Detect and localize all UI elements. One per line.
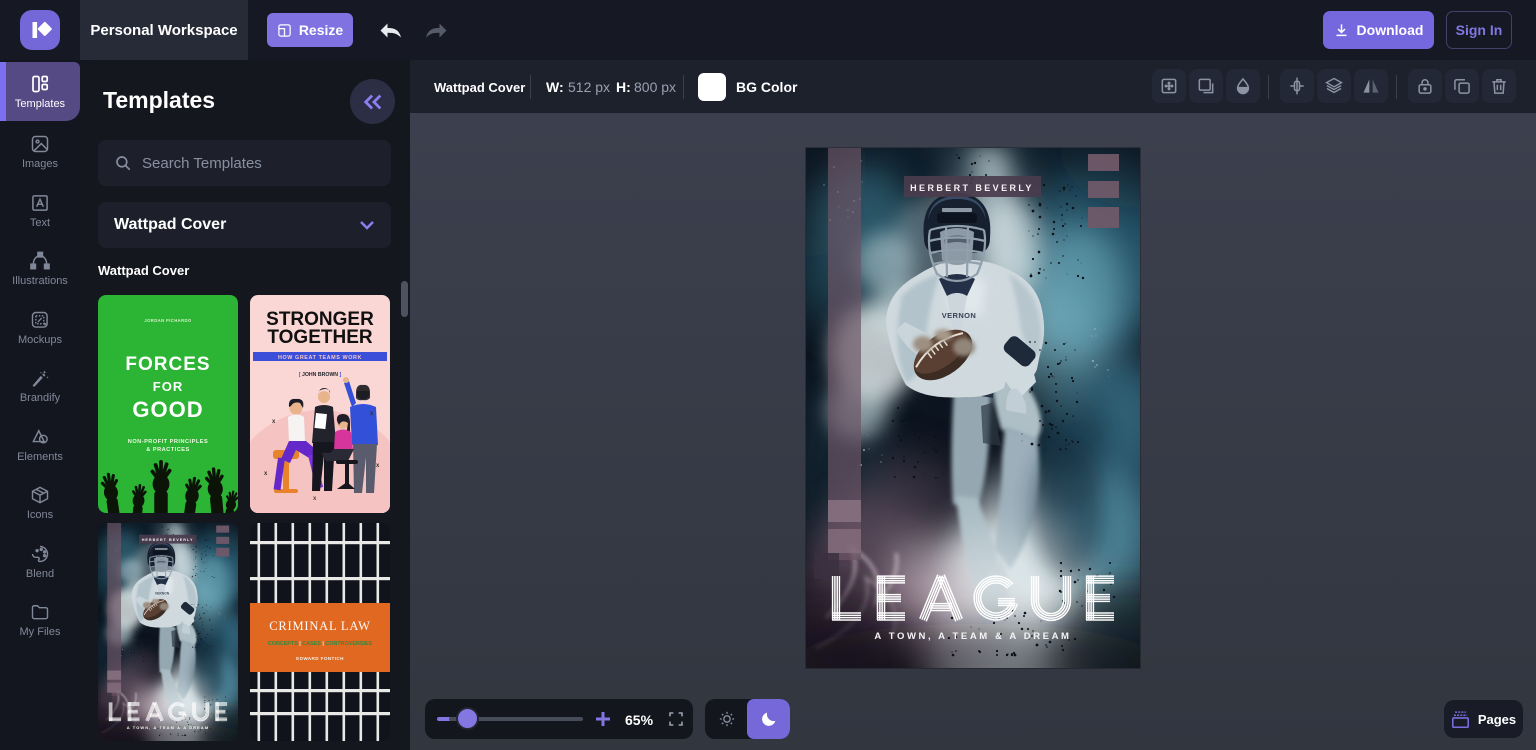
svg-text:& PRACTICES: & PRACTICES <box>146 447 189 453</box>
svg-text:FOR: FOR <box>153 379 183 394</box>
svg-text:TOGETHER: TOGETHER <box>267 327 372 348</box>
svg-text:FORCES: FORCES <box>125 354 210 375</box>
svg-text:[ JOHN BROWN ]: [ JOHN BROWN ] <box>299 372 342 378</box>
svg-text:HOW GREAT TEAMS WORK: HOW GREAT TEAMS WORK <box>278 355 362 361</box>
svg-text:CRIMINAL LAW: CRIMINAL LAW <box>269 619 371 633</box>
svg-text:EDWARD FONTICH: EDWARD FONTICH <box>296 656 344 661</box>
svg-text:GOOD: GOOD <box>132 397 203 422</box>
svg-text:JORDAN PICHARDO: JORDAN PICHARDO <box>144 318 192 323</box>
svg-text:NON-PROFIT PRINCIPLES: NON-PROFIT PRINCIPLES <box>128 439 208 445</box>
svg-text:CONCEPTS | CASES | CONTROVERSI: CONCEPTS | CASES | CONTROVERSIES <box>268 641 373 647</box>
